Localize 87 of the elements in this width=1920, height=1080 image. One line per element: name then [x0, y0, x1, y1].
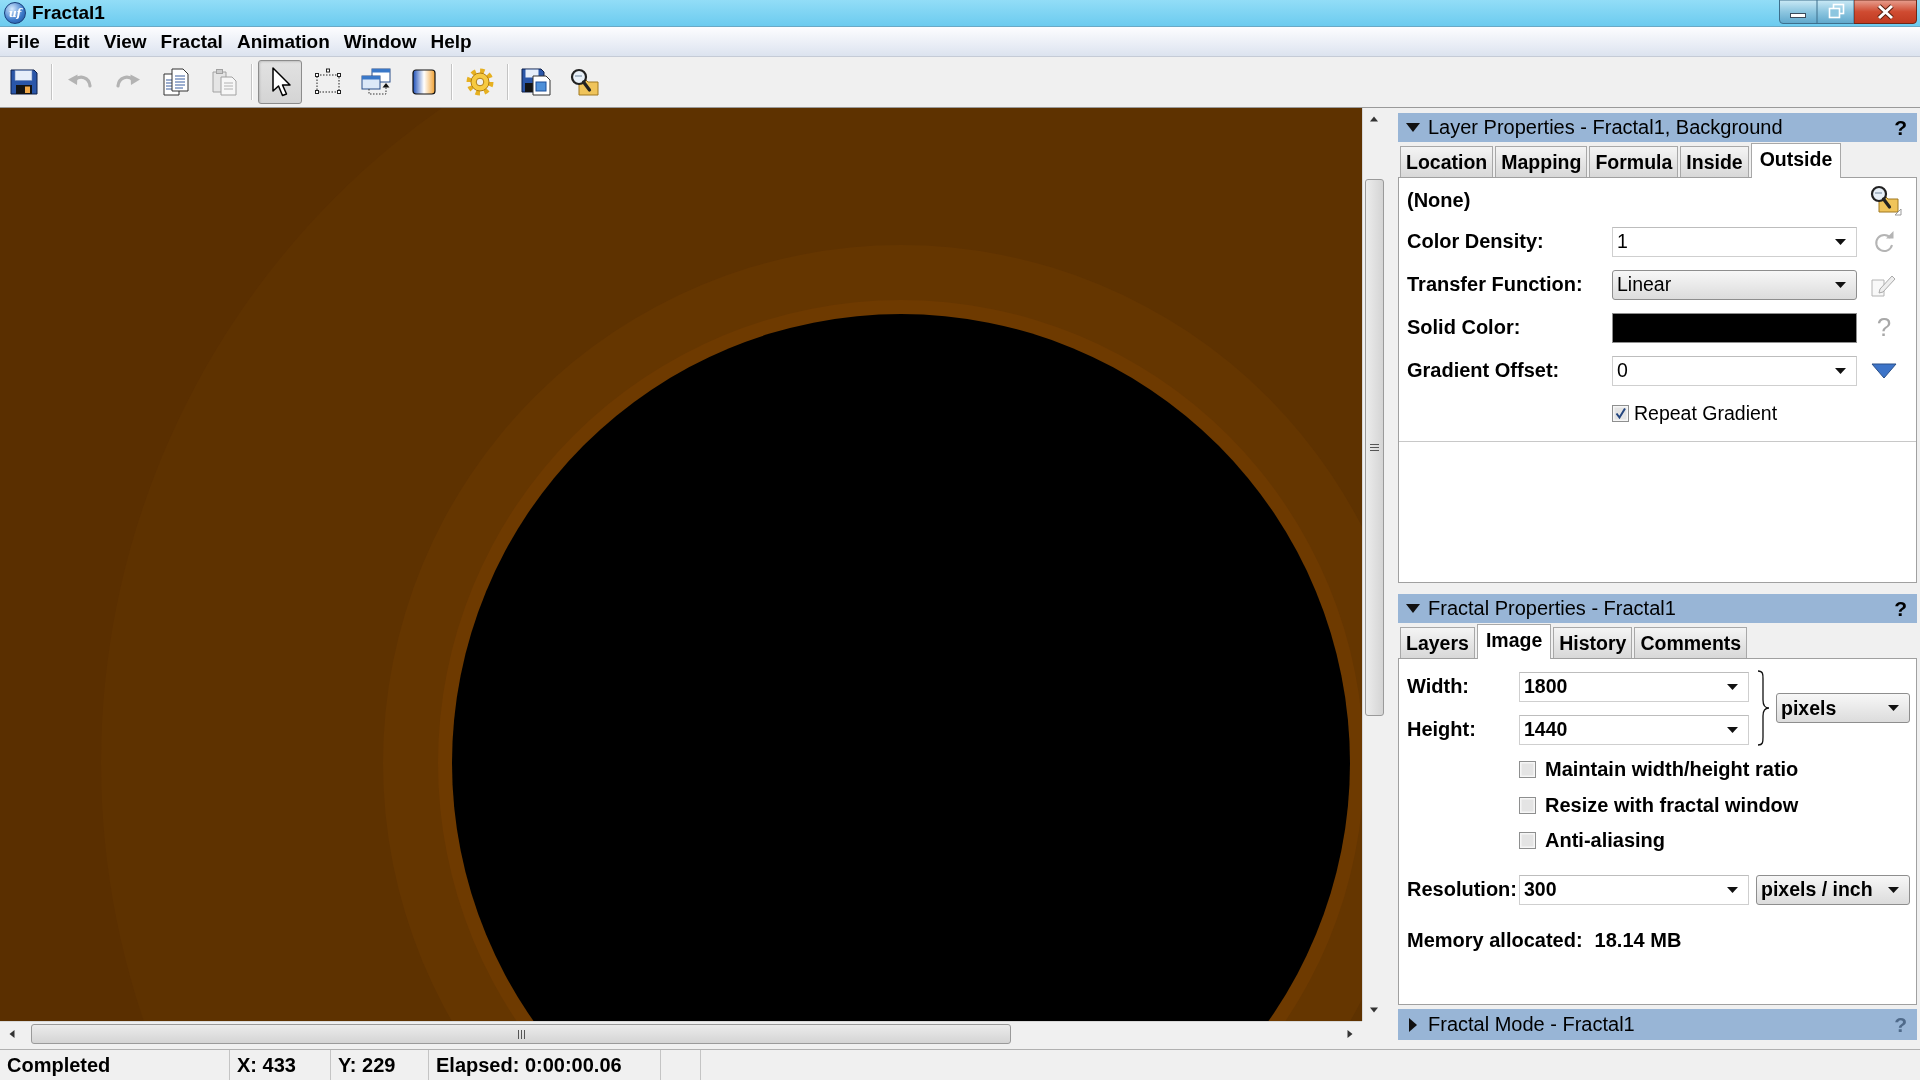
menu-item[interactable]: File	[0, 28, 47, 55]
selection-rectangle-icon	[313, 67, 343, 97]
app-logo: uf	[4, 2, 26, 24]
panel-title: Fractal Mode - Fractal1	[1428, 1013, 1635, 1036]
dropdown-button[interactable]: pixels / inch	[1756, 874, 1910, 905]
menu-item[interactable]: Window	[336, 28, 424, 55]
gradient-icon	[409, 67, 439, 97]
magnifier-folder-icon	[568, 67, 600, 97]
tab[interactable]: Image	[1476, 624, 1552, 659]
caret-icon	[1888, 886, 1899, 893]
checkbox-label[interactable]: Anti-aliasing	[1545, 828, 1665, 852]
grip-icon	[1369, 443, 1379, 452]
checkbox-label[interactable]: Resize with fractal window	[1545, 793, 1799, 817]
field-label: Solid Color:	[1407, 316, 1521, 339]
menu-item[interactable]: Edit	[46, 28, 97, 55]
checkbox[interactable]	[1519, 760, 1536, 778]
field-label: Width:	[1407, 675, 1469, 698]
windows-arrow-icon	[360, 67, 392, 97]
triangle-down-icon[interactable]	[1406, 123, 1420, 132]
caret-icon	[1835, 367, 1846, 374]
caret-icon	[1727, 886, 1738, 893]
caret-icon	[1835, 281, 1846, 288]
field-label: Transfer Function:	[1407, 273, 1583, 296]
memory-label: Memory allocated:	[1407, 928, 1583, 952]
brace-icon	[1755, 670, 1770, 746]
window-title: Fractal1	[32, 2, 105, 24]
gear-icon	[465, 67, 495, 97]
checkbox[interactable]	[1519, 796, 1536, 814]
tab[interactable]: Comments	[1634, 627, 1748, 658]
dropdown-field[interactable]: 0	[1612, 355, 1857, 386]
panel-title: Fractal Properties - Fractal1	[1428, 597, 1676, 620]
dropdown-field[interactable]: 1	[1612, 226, 1857, 257]
checkbox-label[interactable]: Repeat Gradient	[1634, 402, 1778, 425]
menu-item[interactable]: View	[96, 28, 154, 55]
dropdown-button[interactable]: Linear	[1612, 269, 1857, 300]
help-button[interactable]: ?	[1892, 596, 1909, 621]
restore-button[interactable]	[1817, 0, 1854, 24]
panel-header[interactable]: Layer Properties - Fractal1, Background ?	[1398, 113, 1917, 142]
menu-item[interactable]: Fractal	[153, 28, 230, 55]
tab[interactable]: History	[1553, 627, 1633, 658]
documents-icon	[161, 67, 191, 97]
field-label: Resolution:	[1407, 878, 1517, 901]
menu-item[interactable]: Animation	[229, 28, 337, 55]
checkbox-label[interactable]: Maintain width/height ratio	[1545, 757, 1799, 781]
horizontal-scrollbar[interactable]	[0, 1021, 1362, 1046]
triangle-down-icon[interactable]	[1871, 362, 1897, 379]
panel-header[interactable]: Fractal Properties - Fractal1 ?	[1398, 594, 1917, 623]
caret-icon	[1727, 683, 1738, 690]
status-text: Y: 229	[331, 1050, 429, 1080]
clipboard-documents-icon	[209, 67, 239, 97]
tab[interactable]: Outside	[1750, 143, 1842, 178]
color-swatch[interactable]	[1612, 312, 1857, 343]
vertical-scrollbar[interactable]	[1362, 108, 1385, 1021]
tab[interactable]: Inside	[1680, 146, 1749, 177]
dropdown-button[interactable]: pixels	[1776, 693, 1910, 723]
pointer-button[interactable]	[258, 60, 302, 104]
status-text: X: 433	[230, 1050, 331, 1080]
dropdown-field[interactable]: 1440	[1519, 714, 1749, 745]
field-label: Height:	[1407, 718, 1476, 741]
tab[interactable]: Layers	[1400, 627, 1475, 658]
magnifier-folder-icon[interactable]	[1868, 184, 1902, 216]
grip-icon	[516, 1029, 526, 1039]
field-label: Gradient Offset:	[1407, 359, 1560, 382]
menu-item[interactable]: Help	[423, 28, 479, 55]
dropdown-field[interactable]: 1800	[1519, 671, 1749, 702]
formula-name: (None)	[1407, 188, 1471, 212]
tab[interactable]: Location	[1400, 146, 1494, 177]
caret-icon	[1727, 726, 1738, 733]
close-button[interactable]	[1854, 0, 1917, 24]
field-label: Color Density:	[1407, 230, 1544, 253]
tab[interactable]: Formula	[1589, 146, 1679, 177]
help-button[interactable]: ?	[1892, 115, 1909, 140]
floppy-document-icon	[520, 67, 552, 97]
checkbox[interactable]	[1612, 405, 1629, 422]
triangle-down-icon[interactable]	[1406, 604, 1420, 613]
caret-icon	[1835, 238, 1846, 245]
tab[interactable]: Mapping	[1495, 146, 1588, 177]
status-text: Completed	[0, 1050, 230, 1080]
minimize-button[interactable]	[1779, 0, 1817, 24]
panel-title: Layer Properties - Fractal1, Background	[1428, 116, 1783, 139]
caret-icon	[1888, 705, 1899, 711]
status-text: Elapsed: 0:00:00.06	[429, 1050, 661, 1080]
dropdown-field[interactable]: 300	[1519, 874, 1749, 905]
scroll-thumb[interactable]	[1364, 179, 1384, 716]
checkbox[interactable]	[1519, 831, 1536, 849]
memory-value: 18.14 MB	[1594, 928, 1682, 952]
scroll-thumb[interactable]	[31, 1024, 1011, 1044]
